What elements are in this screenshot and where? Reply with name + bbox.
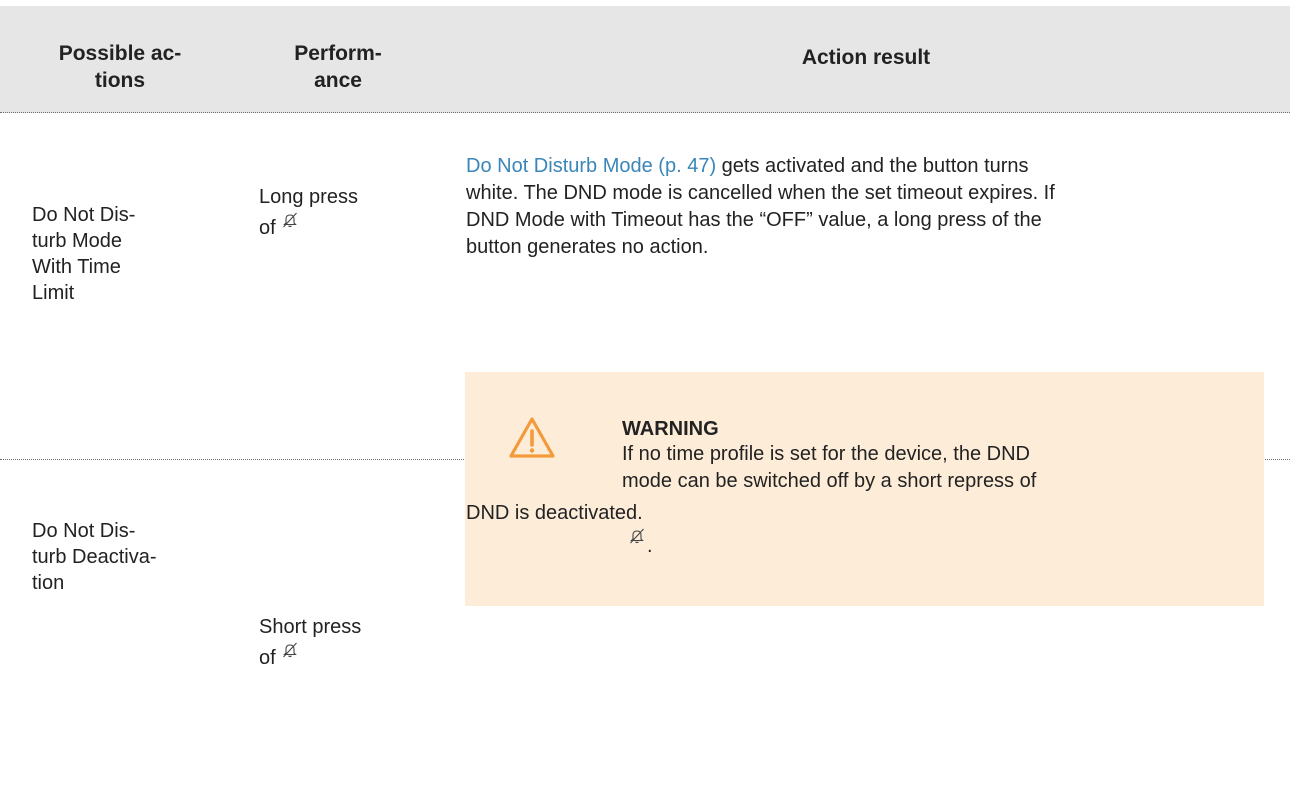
row-performance: Short press of bbox=[259, 582, 361, 703]
header-action-result: Action result bbox=[801, 46, 931, 69]
warning-title: WARNING bbox=[622, 418, 719, 440]
performance-of: of bbox=[259, 217, 276, 239]
performance-of-line: of bbox=[259, 212, 358, 243]
performance-of-line: of bbox=[259, 642, 361, 673]
row-action-label: Do Not Dis- turb Mode With Time Limit bbox=[32, 204, 136, 304]
performance-text: Short press bbox=[259, 616, 362, 638]
table-header: Possible ac- tions Perform- ance Action … bbox=[0, 6, 1290, 113]
header-performance: Perform- ance bbox=[294, 42, 382, 92]
table-row: Do Not Dis- turb Mode With Time Limit Lo… bbox=[0, 113, 1290, 606]
bell-off-icon bbox=[282, 212, 298, 228]
performance-of: of bbox=[259, 647, 276, 669]
row-result: Do Not Disturb Mode (p. 47) gets activat… bbox=[466, 153, 1266, 261]
warning-triangle-icon bbox=[508, 416, 556, 460]
bell-off-icon bbox=[282, 642, 298, 658]
row-action-label: Do Not Dis- turb Deactiva- tion bbox=[32, 520, 157, 594]
performance-text: Long press bbox=[259, 186, 358, 208]
header-possible-actions: Possible ac- tions bbox=[58, 42, 182, 92]
actions-table: Possible ac- tions Perform- ance Action … bbox=[0, 6, 1290, 670]
row-performance: Long press of bbox=[259, 152, 358, 273]
row-result: DND is deactivated. bbox=[466, 502, 643, 524]
dnd-mode-link[interactable]: Do Not Disturb Mode (p. 47) bbox=[466, 155, 716, 177]
table-row: Do Not Dis- turb Deactiva- tion Short pr… bbox=[0, 460, 1290, 670]
